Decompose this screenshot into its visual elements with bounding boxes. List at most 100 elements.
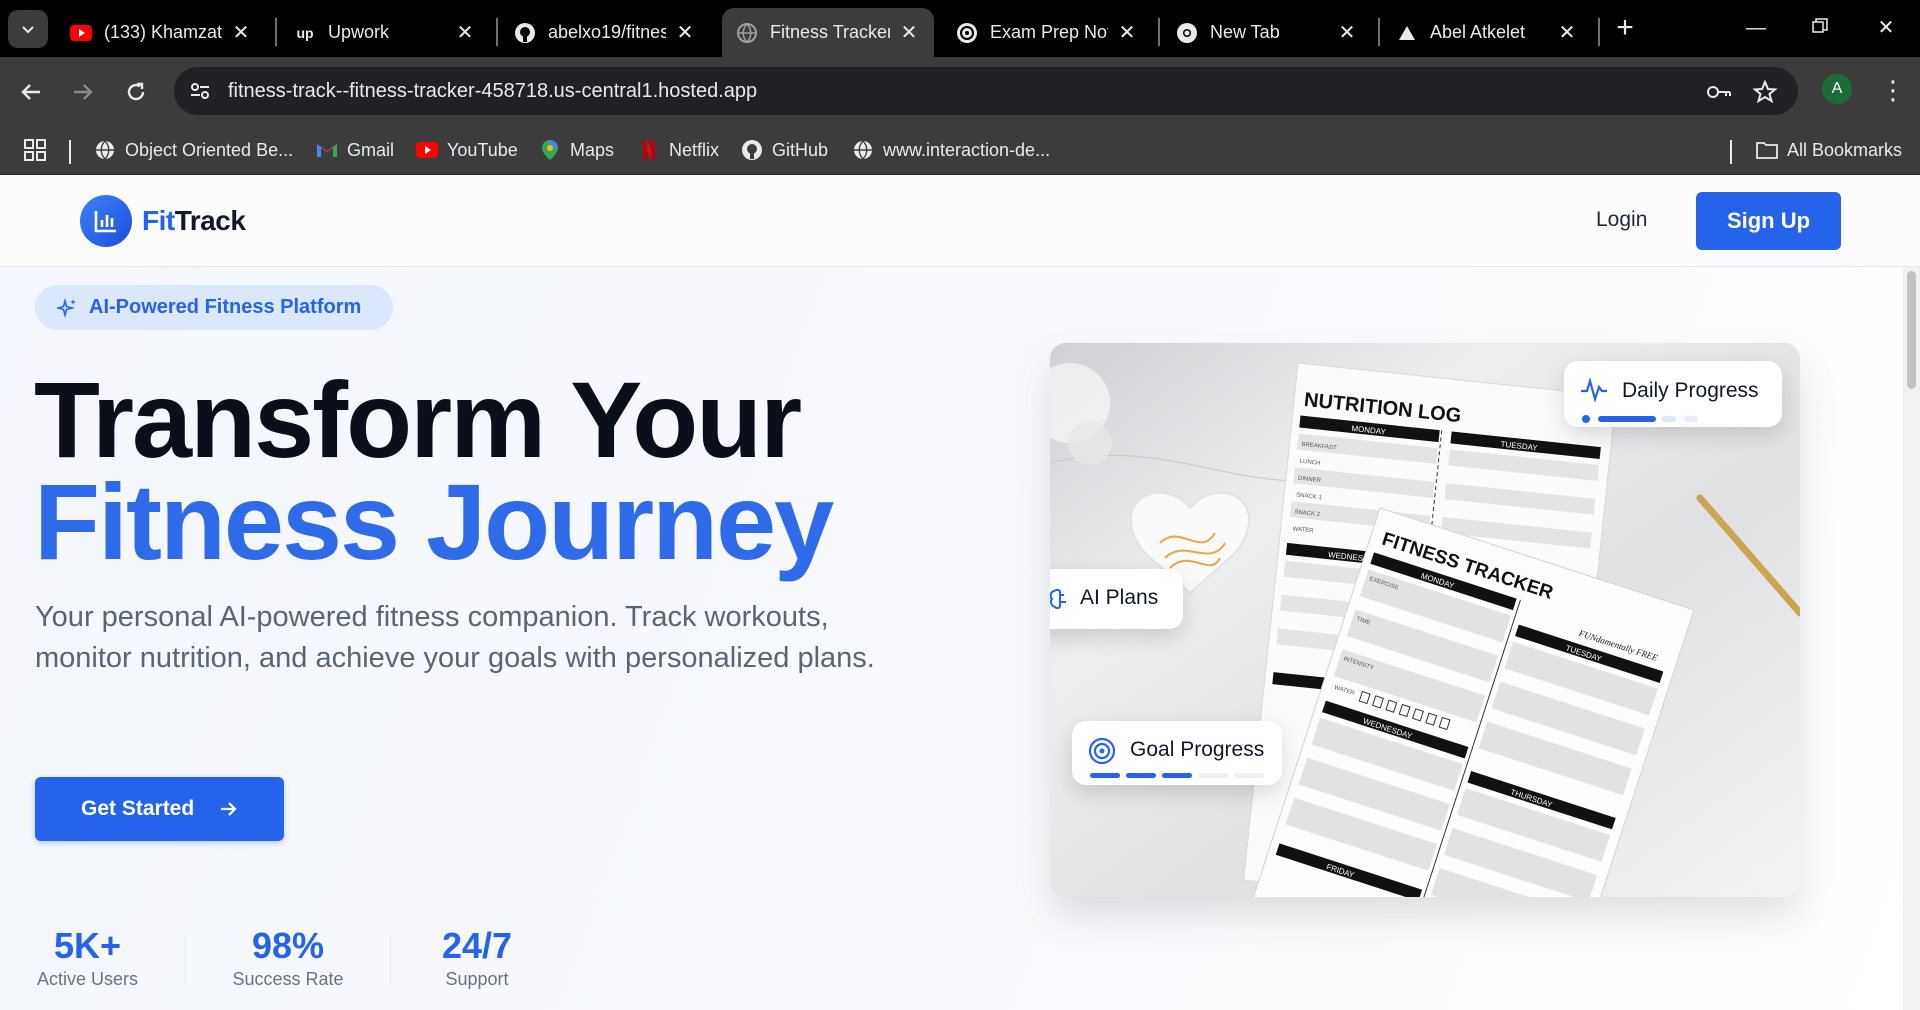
arrow-left-icon [21, 84, 40, 100]
bookmark-object-oriented[interactable]: Object Oriented Be... [94, 136, 293, 164]
tab-search-button[interactable] [8, 10, 48, 48]
maps-icon [539, 139, 561, 161]
arrow-right-icon [74, 84, 93, 100]
chrome-icon [1176, 22, 1198, 44]
bookmark-maps[interactable]: Maps [539, 136, 614, 164]
page-scrollbar[interactable] [1903, 267, 1920, 1010]
sparkles-icon [57, 297, 76, 318]
upwork-icon: up [296, 24, 314, 41]
progress-bar-track [1662, 416, 1676, 422]
globe-icon [736, 22, 758, 44]
stat-label: Success Rate [232, 969, 344, 989]
url-text[interactable]: fitness-track--fitness-tracker-458718.us… [228, 80, 757, 103]
menu-icon[interactable]: ⋮ [1880, 73, 1906, 107]
daily-progress-card: Daily Progress [1564, 361, 1782, 427]
stat-active-users: 5K+ Active Users [35, 925, 140, 990]
bookmark-label: Maps [570, 139, 615, 160]
minimize-icon[interactable]: — [1742, 14, 1770, 42]
close-icon[interactable]: ✕ [230, 22, 252, 44]
close-icon[interactable]: ✕ [1336, 22, 1358, 44]
tab-abel[interactable]: Abel Atkelet ✕ [1382, 8, 1592, 57]
bookmark-label: Netflix [669, 139, 720, 160]
progress-bar-fill [1598, 416, 1656, 422]
close-icon[interactable]: ✕ [454, 22, 476, 44]
all-bookmarks[interactable]: All Bookmarks [1756, 136, 1902, 164]
bookmarks-bar: Object Oriented Be... Gmail YouTube Maps… [0, 127, 1920, 175]
bookmark-label: All Bookmarks [1787, 139, 1903, 160]
tab-divider [275, 18, 277, 46]
site-logo[interactable]: FitTrack [80, 195, 246, 247]
bookmark-label: YouTube [447, 139, 518, 160]
tab-exam-prep[interactable]: Exam Prep Notes ✕ [942, 8, 1152, 57]
chevron-down-icon [22, 26, 34, 34]
close-icon[interactable]: ✕ [674, 22, 696, 44]
youtube-icon [70, 22, 92, 44]
star-icon[interactable] [1752, 80, 1778, 104]
close-icon[interactable]: ✕ [1556, 22, 1578, 44]
bookmark-netflix[interactable]: Netflix [638, 136, 719, 164]
stat-value: 24/7 [441, 925, 513, 966]
web-page: FitTrack Login Sign Up AI-Powered Fitnes… [0, 175, 1920, 1010]
restore-icon[interactable] [1806, 14, 1834, 42]
bookmark-label: Gmail [347, 139, 395, 160]
tab-label: Fitness Tracker [770, 22, 890, 42]
key-icon[interactable] [1706, 80, 1732, 104]
get-started-button[interactable]: Get Started [35, 777, 284, 841]
progress-bar-track [1684, 416, 1698, 422]
signup-button[interactable]: Sign Up [1696, 192, 1841, 250]
ai-plans-card: AI Plans [1050, 569, 1183, 629]
ai-plans-label: AI Plans [1080, 586, 1159, 609]
profile-avatar[interactable]: A [1822, 74, 1852, 104]
tab-upwork[interactable]: up Upwork ✕ [280, 8, 490, 57]
hero-subtitle: Your personal AI-powered fitness compani… [35, 601, 875, 674]
activity-icon [1581, 377, 1607, 403]
chatgpt-icon [956, 22, 978, 44]
site-settings-icon[interactable] [188, 79, 212, 103]
tab-youtube[interactable]: (133) Khamzat Chimaev ✕ [56, 8, 266, 57]
stat-divider [185, 935, 186, 985]
apps-icon[interactable] [24, 136, 46, 164]
github-icon [514, 22, 536, 44]
browser-toolbar: fitness-track--fitness-tracker-458718.us… [0, 57, 1920, 127]
globe-icon [94, 139, 116, 161]
stat-label: Active Users [36, 969, 139, 989]
tab-fitness-tracker[interactable]: Fitness Tracker ✕ [722, 8, 934, 57]
stat-divider [390, 935, 391, 985]
forward-button[interactable] [66, 75, 100, 109]
stat-label: Support [445, 969, 509, 989]
bookmark-label: www.interaction-de... [883, 139, 1051, 160]
stat-value: 5K+ [53, 925, 122, 966]
progress-dot [1582, 415, 1590, 423]
close-icon[interactable]: ✕ [898, 22, 920, 44]
goal-segment-filled [1126, 773, 1156, 778]
scrollbar-thumb[interactable] [1907, 271, 1916, 389]
new-tab-button[interactable]: + [1611, 13, 1639, 43]
bar-chart-icon [80, 195, 132, 247]
headline-line-1: Transform Your [34, 359, 802, 480]
tab-label: (133) Khamzat Chimaev [104, 22, 222, 42]
window-close-icon[interactable]: ✕ [1872, 14, 1900, 42]
bookmark-github[interactable]: GitHub [741, 136, 828, 164]
bookmark-youtube[interactable]: YouTube [416, 136, 518, 164]
feature-badge: AI-Powered Fitness Platform [35, 285, 393, 330]
tab-new-tab[interactable]: New Tab ✕ [1162, 8, 1372, 57]
bookmark-interaction-design[interactable]: www.interaction-de... [852, 136, 1050, 164]
close-icon[interactable]: ✕ [1116, 22, 1138, 44]
address-bar[interactable]: fitness-track--fitness-tracker-458718.us… [174, 67, 1798, 115]
tab-github[interactable]: abelxo19/fitness-tracker ✕ [500, 8, 710, 57]
back-button[interactable] [14, 75, 48, 109]
brain-icon [1050, 588, 1066, 610]
tab-label: Upwork [328, 22, 390, 42]
tab-label: Abel Atkelet [1430, 22, 1526, 42]
bookmark-label: Object Oriented Be... [125, 139, 294, 160]
target-icon [1088, 737, 1116, 765]
logo-text: FitTrack [142, 205, 246, 237]
logo-fit: Fit [142, 205, 175, 236]
netflix-icon [638, 139, 660, 161]
stat-success-rate: 98% Success Rate [228, 925, 348, 990]
reload-button[interactable] [119, 75, 153, 109]
bookmark-gmail[interactable]: Gmail [316, 136, 394, 164]
cta-label: Get Started [81, 797, 195, 820]
login-link[interactable]: Login [1596, 208, 1647, 232]
tab-label: abelxo19/fitness-tracker [548, 22, 666, 42]
